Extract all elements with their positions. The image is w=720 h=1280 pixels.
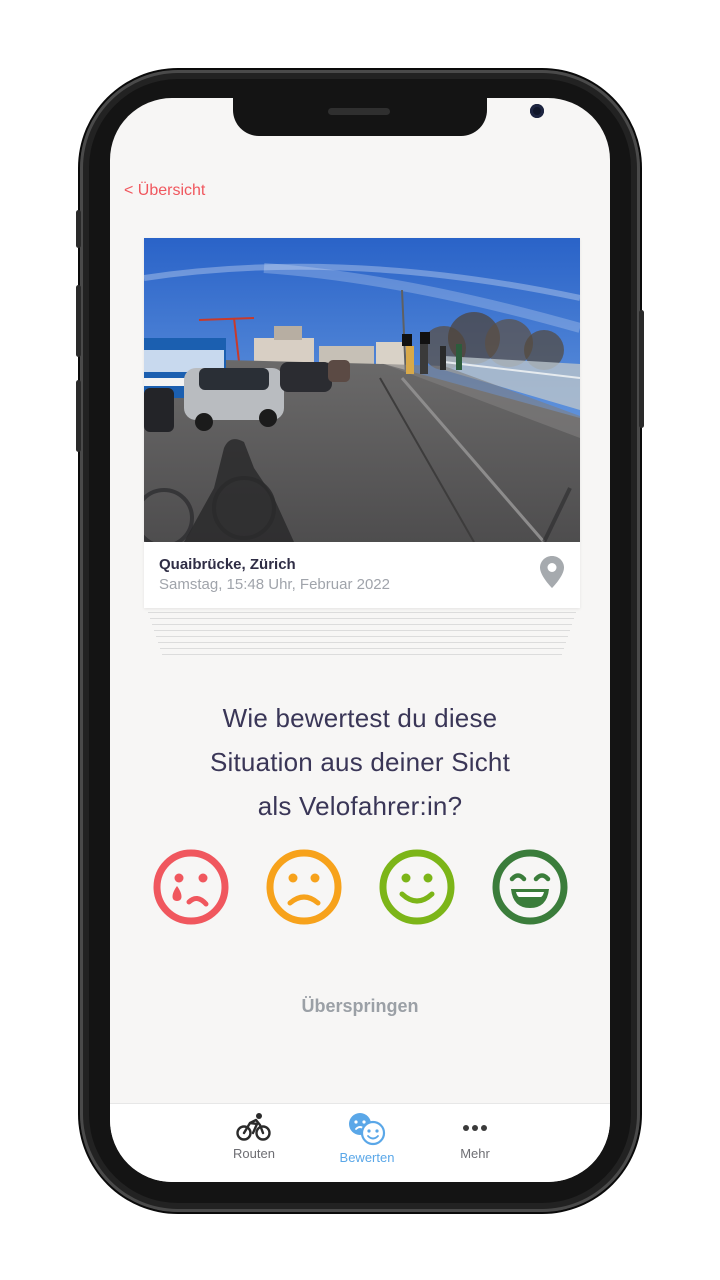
location-title: Quaibrücke, Zürich <box>159 556 296 573</box>
stack-edge <box>160 648 564 649</box>
tab-label-bewerten: Bewerten <box>339 1150 395 1165</box>
frown-face-icon[interactable] <box>265 848 343 926</box>
notch <box>233 98 544 136</box>
stack-edge <box>150 618 574 619</box>
front-camera <box>530 104 544 118</box>
stack-edge <box>162 654 562 655</box>
volume-up-button <box>76 285 81 357</box>
app-screen: < Übersicht Quaibrücke, Zürich Samstag, … <box>110 98 610 1182</box>
smile-face-icon[interactable] <box>378 848 456 926</box>
tab-mehr[interactable]: Mehr <box>430 1112 520 1161</box>
situation-photo <box>144 238 580 542</box>
stack-edge <box>152 624 572 625</box>
question-line: als Velofahrer:in? <box>257 791 463 821</box>
situation-datetime: Samstag, 15:48 Uhr, Februar 2022 <box>159 576 390 593</box>
tab-bewerten[interactable]: Bewerten <box>322 1112 412 1165</box>
rating-faces-icon <box>349 1113 386 1146</box>
tab-label-mehr: Mehr <box>460 1146 490 1161</box>
sad-tear-face-icon[interactable] <box>152 848 230 926</box>
question-line: Wie bewertest du diese <box>222 703 498 733</box>
stack-edge <box>154 630 570 631</box>
question-line: Situation aus deiner Sicht <box>209 747 511 777</box>
tab-bar: Routen Bewerten Mehr <box>110 1103 610 1182</box>
situation-card[interactable]: Quaibrücke, Zürich Samstag, 15:48 Uhr, F… <box>144 238 580 608</box>
speaker-grille <box>328 108 390 115</box>
bicycle-icon <box>236 1113 271 1141</box>
skip-button[interactable]: Überspringen <box>110 996 610 1017</box>
rating-options <box>110 848 610 928</box>
mute-switch <box>76 210 81 248</box>
rating-question: Wie bewertest du diese Situation aus dei… <box>130 696 590 828</box>
map-pin-icon[interactable] <box>540 556 564 588</box>
more-dots-icon <box>463 1125 487 1131</box>
grin-face-icon[interactable] <box>491 848 569 926</box>
stack-edge <box>156 636 568 637</box>
stack-edge <box>158 642 566 643</box>
back-link-overview[interactable]: < Übersicht <box>124 182 205 200</box>
stack-edge <box>148 612 576 613</box>
power-button <box>639 310 644 428</box>
tab-label-routen: Routen <box>233 1146 275 1161</box>
tab-routen[interactable]: Routen <box>209 1112 299 1161</box>
volume-down-button <box>76 380 81 452</box>
